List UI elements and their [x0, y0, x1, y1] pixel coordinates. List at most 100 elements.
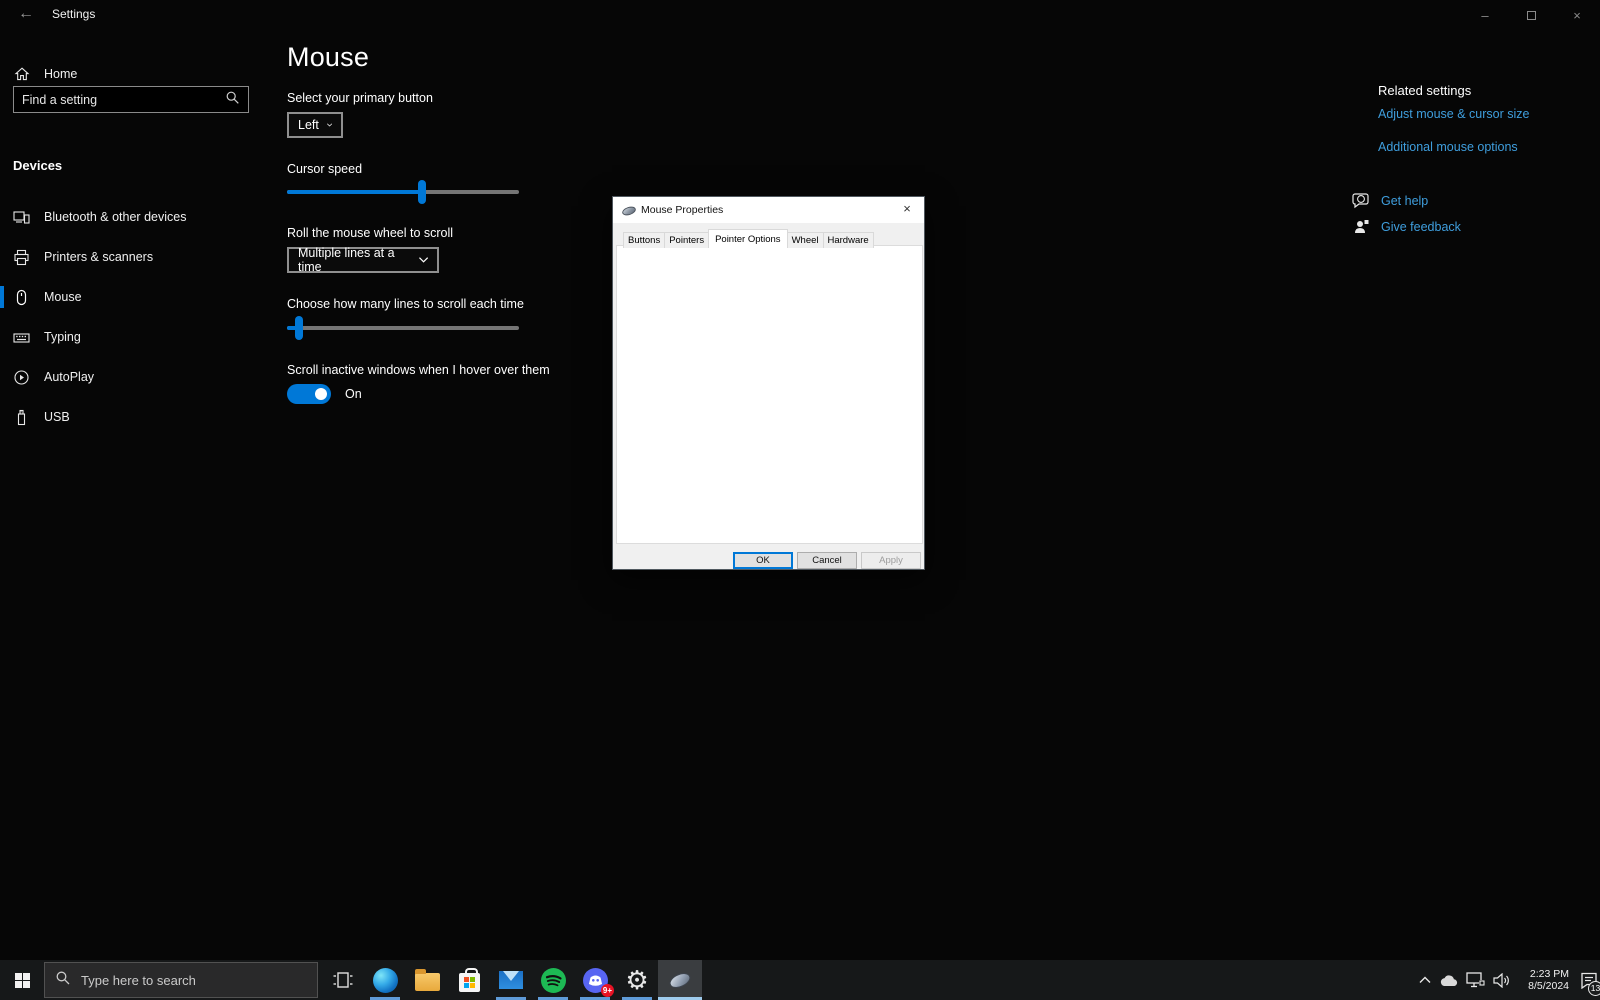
app-title: Settings	[52, 7, 95, 21]
ok-button[interactable]: OK	[733, 552, 793, 569]
autoplay-icon	[13, 369, 30, 386]
wheel-scroll-select[interactable]: Multiple lines at a time	[287, 247, 439, 273]
mouse-properties-taskbar-button[interactable]	[658, 960, 702, 1000]
mouse-properties-icon	[667, 970, 692, 991]
store-icon	[459, 973, 480, 992]
keyboard-icon	[13, 329, 30, 346]
get-help-link[interactable]: Get help	[1381, 194, 1428, 208]
tab-wheel[interactable]: Wheel	[787, 232, 824, 248]
slider-track[interactable]	[287, 326, 519, 330]
adjust-mouse-cursor-size-link[interactable]: Adjust mouse & cursor size	[1378, 107, 1529, 121]
sidebar-item-bluetooth[interactable]: Bluetooth & other devices	[0, 197, 262, 237]
task-view-button[interactable]	[322, 960, 364, 1000]
file-explorer-taskbar-button[interactable]	[406, 960, 448, 1000]
sidebar-home-label: Home	[44, 67, 77, 81]
help-icon	[1352, 191, 1371, 210]
devices-icon	[13, 209, 30, 226]
dialog-titlebar[interactable]: Mouse Properties ×	[613, 197, 924, 223]
volume-icon[interactable]	[1493, 973, 1512, 988]
cursor-speed-label: Cursor speed	[287, 162, 362, 176]
inactive-scroll-toggle[interactable]	[287, 384, 331, 404]
settings-taskbar-button[interactable]: ⚙	[616, 960, 658, 1000]
onedrive-cloud-icon[interactable]	[1439, 974, 1459, 987]
sidebar-item-printers[interactable]: Printers & scanners	[0, 237, 262, 277]
spotify-taskbar-button[interactable]	[532, 960, 574, 1000]
wheel-scroll-value: Multiple lines at a time	[298, 246, 411, 274]
taskbar-clock[interactable]: 2:23 PM 8/5/2024	[1519, 968, 1569, 992]
spotify-icon	[541, 968, 566, 993]
sidebar-item-label: USB	[44, 410, 70, 424]
sidebar-item-usb[interactable]: USB	[0, 397, 262, 437]
pointer-options-page	[616, 245, 923, 544]
dialog-tab-strip: Buttons Pointers Pointer Options Wheel H…	[623, 229, 873, 248]
give-feedback-row[interactable]: Give feedback	[1352, 217, 1461, 236]
discord-taskbar-button[interactable]: 9+	[574, 960, 616, 1000]
restore-icon	[1527, 11, 1536, 20]
sidebar-item-mouse[interactable]: Mouse	[0, 277, 262, 317]
task-view-icon	[332, 970, 354, 990]
sidebar-item-label: Bluetooth & other devices	[44, 210, 186, 224]
store-taskbar-button[interactable]	[448, 960, 490, 1000]
sidebar-section-devices: Devices	[13, 158, 62, 173]
tab-pointer-options[interactable]: Pointer Options	[708, 229, 787, 248]
back-button[interactable]: ←	[13, 4, 39, 24]
hidden-icons-chevron[interactable]	[1418, 976, 1432, 984]
additional-mouse-options-link[interactable]: Additional mouse options	[1378, 140, 1518, 154]
edge-taskbar-button[interactable]	[364, 960, 406, 1000]
sidebar-item-autoplay[interactable]: AutoPlay	[0, 357, 262, 397]
sidebar-item-typing[interactable]: Typing	[0, 317, 262, 357]
slider-fill	[287, 190, 422, 194]
cancel-button[interactable]: Cancel	[797, 552, 857, 569]
network-icon[interactable]	[1466, 972, 1486, 988]
search-icon	[55, 970, 71, 991]
gear-icon: ⚙	[625, 967, 648, 993]
windows-logo-icon	[15, 973, 30, 988]
action-center-button[interactable]: 13	[1576, 960, 1600, 1000]
tab-buttons[interactable]: Buttons	[623, 232, 665, 248]
toggle-state-label: On	[345, 387, 362, 401]
inactive-scroll-label: Scroll inactive windows when I hover ove…	[287, 363, 550, 377]
search-placeholder: Find a setting	[22, 93, 225, 107]
start-button[interactable]	[0, 960, 44, 1000]
lines-scroll-label: Choose how many lines to scroll each tim…	[287, 297, 524, 311]
sidebar-item-label: Typing	[44, 330, 81, 344]
search-icon[interactable]	[225, 90, 240, 110]
system-tray: 2:23 PM 8/5/2024 13	[1418, 960, 1600, 1000]
find-setting-searchbox[interactable]: Find a setting	[13, 86, 249, 113]
cursor-speed-slider[interactable]	[287, 180, 519, 204]
chevron-down-icon	[327, 122, 332, 128]
related-settings-heading: Related settings	[1378, 83, 1471, 98]
sidebar: Home Find a setting Devices Bluetooth & …	[0, 30, 262, 960]
feedback-icon	[1352, 217, 1371, 236]
slider-thumb[interactable]	[295, 316, 303, 340]
get-help-row[interactable]: Get help	[1352, 191, 1428, 210]
sidebar-item-label: Mouse	[44, 290, 82, 304]
tab-hardware[interactable]: Hardware	[823, 232, 874, 248]
file-explorer-icon	[415, 973, 440, 991]
dialog-close-button[interactable]: ×	[890, 197, 924, 221]
slider-thumb[interactable]	[418, 180, 426, 204]
tab-pointers[interactable]: Pointers	[664, 232, 709, 248]
close-button[interactable]: ×	[1554, 0, 1600, 30]
page-title: Mouse	[287, 42, 369, 73]
toggle-knob	[315, 388, 327, 400]
home-icon	[13, 66, 30, 83]
caption-controls: – ×	[1462, 0, 1600, 30]
mouse-dialog-icon	[621, 205, 637, 217]
mail-icon	[499, 971, 523, 989]
minimize-button[interactable]: –	[1462, 0, 1508, 30]
mouse-icon	[13, 289, 30, 306]
clock-time: 2:23 PM	[1519, 968, 1569, 980]
apply-button: Apply	[861, 552, 921, 569]
notification-count-badge: 13	[1588, 981, 1600, 996]
lines-scroll-slider[interactable]	[287, 316, 519, 340]
primary-button-select[interactable]: Left	[287, 112, 343, 138]
mouse-properties-dialog: Mouse Properties × Buttons Pointers Poin…	[612, 196, 925, 570]
sidebar-nav-list: Bluetooth & other devices Printers & sca…	[0, 197, 262, 437]
mail-taskbar-button[interactable]	[490, 960, 532, 1000]
give-feedback-link[interactable]: Give feedback	[1381, 220, 1461, 234]
restore-button[interactable]	[1508, 0, 1554, 30]
usb-icon	[13, 409, 30, 426]
taskbar-search-box[interactable]: Type here to search	[44, 962, 318, 998]
printer-icon	[13, 249, 30, 266]
